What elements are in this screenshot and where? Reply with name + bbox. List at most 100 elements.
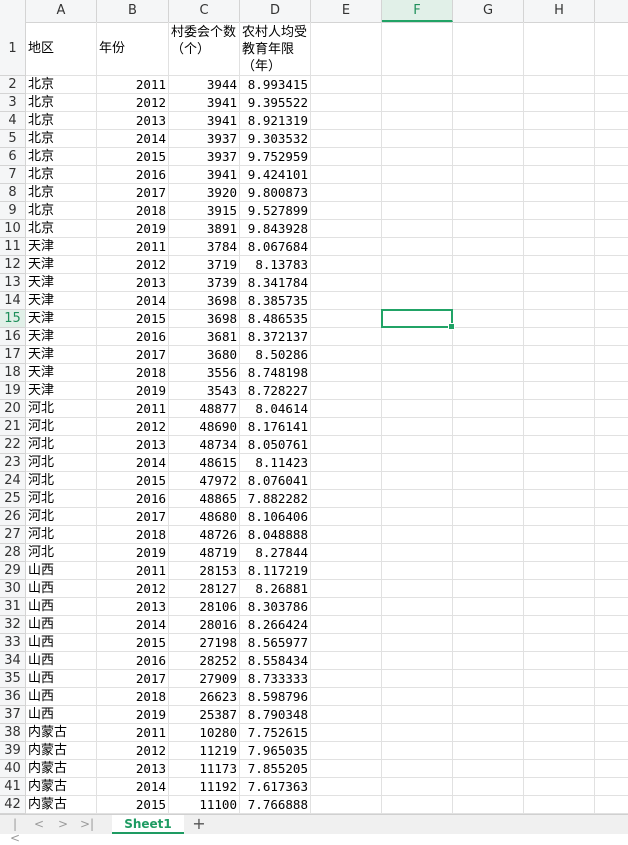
column-header-C[interactable]: C — [169, 0, 240, 22]
cell-C[interactable]: 48690 — [169, 418, 240, 436]
cell-E[interactable] — [311, 148, 382, 166]
cell-D[interactable]: 8.106406 — [240, 508, 311, 526]
cell-C[interactable]: 10280 — [169, 724, 240, 742]
cell-F[interactable] — [382, 778, 453, 796]
cell-F[interactable] — [382, 400, 453, 418]
cell-E[interactable] — [311, 580, 382, 598]
cell-B[interactable]: 2014 — [97, 454, 169, 472]
cell-A[interactable]: 山西 — [26, 616, 97, 634]
cell-A[interactable]: 内蒙古 — [26, 742, 97, 760]
row-header[interactable]: 20 — [0, 400, 26, 418]
cell-E[interactable] — [311, 688, 382, 706]
cell-F[interactable] — [382, 544, 453, 562]
cell-C[interactable]: 3941 — [169, 166, 240, 184]
cell-E[interactable] — [311, 778, 382, 796]
row-header[interactable]: 7 — [0, 166, 26, 184]
cell-B[interactable]: 2013 — [97, 760, 169, 778]
cell-C[interactable]: 48734 — [169, 436, 240, 454]
cell-E[interactable] — [311, 166, 382, 184]
cell-H[interactable] — [524, 724, 595, 742]
cell-E[interactable] — [311, 652, 382, 670]
cell-C[interactable]: 48680 — [169, 508, 240, 526]
cell-H[interactable] — [524, 778, 595, 796]
cell-H[interactable] — [524, 634, 595, 652]
cell-F[interactable] — [382, 796, 453, 814]
cell-D[interactable]: 8.04614 — [240, 400, 311, 418]
row-header[interactable]: 16 — [0, 328, 26, 346]
cell-G[interactable] — [453, 274, 524, 292]
cell-F[interactable] — [382, 310, 453, 328]
cell-F[interactable] — [382, 724, 453, 742]
cell-D[interactable]: 8.076041 — [240, 472, 311, 490]
cell-B[interactable]: 2011 — [97, 400, 169, 418]
cell-A[interactable]: 山西 — [26, 562, 97, 580]
cell-A[interactable]: 天津 — [26, 274, 97, 292]
row-header[interactable]: 15 — [0, 310, 26, 328]
row-header[interactable]: 40 — [0, 760, 26, 778]
cell-D[interactable]: 8.733333 — [240, 670, 311, 688]
cell-H[interactable] — [524, 670, 595, 688]
cell-F[interactable] — [382, 526, 453, 544]
cell-C[interactable]: 11100 — [169, 796, 240, 814]
cell-E[interactable] — [311, 274, 382, 292]
cell-G[interactable] — [453, 580, 524, 598]
cell-C[interactable]: 48615 — [169, 454, 240, 472]
cell-E[interactable] — [311, 508, 382, 526]
sheet-tab-sheet1[interactable]: Sheet1 — [112, 815, 184, 834]
row-header[interactable]: 23 — [0, 454, 26, 472]
cell-F[interactable] — [382, 94, 453, 112]
cell-B[interactable]: 2014 — [97, 616, 169, 634]
cell-B[interactable]: 2012 — [97, 256, 169, 274]
cell-F[interactable] — [382, 292, 453, 310]
row-header[interactable]: 31 — [0, 598, 26, 616]
cell-B[interactable]: 2011 — [97, 724, 169, 742]
cell-C[interactable]: 3944 — [169, 76, 240, 94]
row-header[interactable]: 6 — [0, 148, 26, 166]
cell-G[interactable] — [453, 508, 524, 526]
cell-D[interactable]: 8.790348 — [240, 706, 311, 724]
cell-A[interactable]: 天津 — [26, 238, 97, 256]
cell-A[interactable]: 河北 — [26, 526, 97, 544]
cell-E[interactable] — [311, 400, 382, 418]
row-header[interactable]: 19 — [0, 382, 26, 400]
cell-H[interactable] — [524, 202, 595, 220]
cell-F[interactable] — [382, 364, 453, 382]
cell-H[interactable] — [524, 256, 595, 274]
row-header[interactable]: 39 — [0, 742, 26, 760]
cell-G[interactable] — [453, 652, 524, 670]
cell-F[interactable] — [382, 382, 453, 400]
cell-C[interactable]: 3915 — [169, 202, 240, 220]
spreadsheet-grid[interactable]: ABCDEFGH 1 地区 年份 村委会个数（个） 农村人均受教育年限（年） 2 北京 201… — [0, 0, 628, 814]
cell-B[interactable]: 2012 — [97, 418, 169, 436]
prev-sheet-icon[interactable]: < — [32, 817, 46, 831]
cell-F[interactable] — [382, 706, 453, 724]
cell-G[interactable] — [453, 472, 524, 490]
cell-G[interactable] — [453, 166, 524, 184]
row-header[interactable]: 10 — [0, 220, 26, 238]
cell-B[interactable]: 2016 — [97, 490, 169, 508]
cell-G[interactable] — [453, 598, 524, 616]
cell-G[interactable] — [453, 796, 524, 814]
cell-F[interactable] — [382, 508, 453, 526]
cell-D[interactable]: 7.965035 — [240, 742, 311, 760]
cell-A[interactable]: 山西 — [26, 688, 97, 706]
cell-F[interactable] — [382, 76, 453, 94]
cell-H[interactable] — [524, 94, 595, 112]
cell-B[interactable]: 2015 — [97, 634, 169, 652]
cell-G[interactable] — [453, 364, 524, 382]
cell-A[interactable]: 天津 — [26, 364, 97, 382]
cell-C[interactable]: 3891 — [169, 220, 240, 238]
cell-H[interactable] — [524, 580, 595, 598]
cell-F[interactable] — [382, 148, 453, 166]
cell-E[interactable] — [311, 328, 382, 346]
cell-B[interactable]: 2019 — [97, 706, 169, 724]
cell-H[interactable] — [524, 526, 595, 544]
cell-C[interactable]: 48865 — [169, 490, 240, 508]
cell-D[interactable]: 8.385735 — [240, 292, 311, 310]
cell-G[interactable] — [453, 778, 524, 796]
cell-D[interactable]: 8.067684 — [240, 238, 311, 256]
cell-H[interactable] — [524, 364, 595, 382]
cell-E[interactable] — [311, 724, 382, 742]
cell-A[interactable]: 北京 — [26, 184, 97, 202]
cell-B[interactable]: 2012 — [97, 742, 169, 760]
